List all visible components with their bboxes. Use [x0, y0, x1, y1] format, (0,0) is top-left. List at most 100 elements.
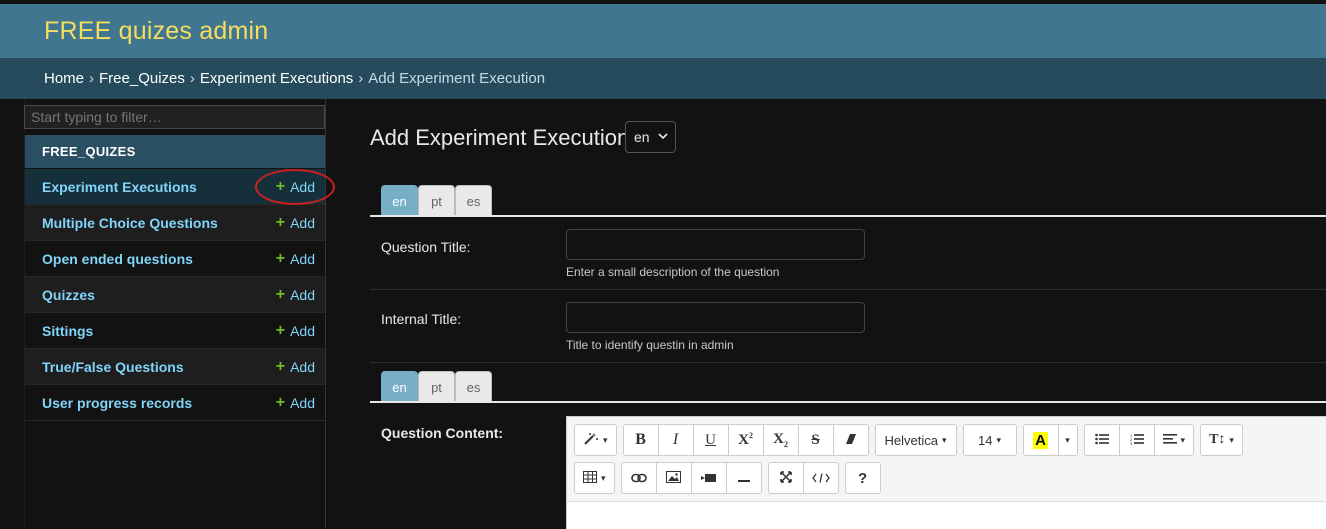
sidebar-filter-input[interactable] [24, 105, 325, 129]
plus-icon: + [275, 213, 286, 231]
strikethrough-button[interactable]: S [797, 424, 834, 456]
magic-style-button[interactable]: ▾ [574, 424, 617, 456]
breadcrumb-home[interactable]: Home [44, 70, 84, 87]
add-label: Add [290, 286, 315, 303]
caret-down-icon: ▾ [1065, 434, 1070, 445]
sidebar-item-true-false-questions: True/False Questions + Add [25, 349, 325, 385]
font-family-dropdown[interactable]: Helvetica ▾ [874, 424, 957, 456]
font-style-group: B I U X2 X2 S [622, 424, 869, 456]
sidebar-item-label[interactable]: Multiple Choice Questions [42, 215, 218, 231]
language-tabs-title: en pt es [381, 185, 492, 217]
add-label: Add [290, 358, 315, 375]
bold-button[interactable]: B [622, 424, 659, 456]
horizontal-rule-button[interactable] [725, 462, 762, 494]
breadcrumb-separator: › [89, 70, 95, 87]
video-button[interactable] [690, 462, 727, 494]
sidebar-item-label[interactable]: True/False Questions [42, 359, 184, 375]
paragraph-group: 123 ▾ [1083, 424, 1195, 456]
sidebar-add-link[interactable]: + Add [276, 286, 315, 304]
help-button[interactable]: ? [844, 462, 881, 494]
italic-button[interactable]: I [657, 424, 694, 456]
expand-icon [779, 470, 792, 486]
italic-icon: I [672, 431, 679, 448]
page-body: FREE_QUIZES Experiment Executions +Add M… [0, 99, 1326, 529]
superscript-button[interactable]: X2 [727, 424, 764, 456]
code-view-button[interactable] [802, 462, 839, 494]
underline-button[interactable]: U [692, 424, 729, 456]
align-left-icon [1162, 432, 1177, 448]
tab-es[interactable]: es [455, 371, 492, 403]
highlight-color-button[interactable]: A [1022, 424, 1059, 456]
sidebar-item-quizzes: Quizzes + Add [25, 277, 325, 313]
caret-down-icon: ▾ [996, 434, 1002, 445]
tab-es[interactable]: es [455, 185, 492, 217]
subscript-button[interactable]: X2 [762, 424, 799, 456]
sidebar-item-label[interactable]: Sittings [42, 323, 93, 339]
sidebar-add-link[interactable]: + Add [276, 322, 315, 340]
annotation-circle [255, 169, 335, 205]
table-icon [583, 470, 597, 486]
breadcrumb-model[interactable]: Experiment Executions [200, 70, 353, 87]
sidebar-item-label[interactable]: Quizzes [42, 287, 95, 303]
align-dropdown-button[interactable]: ▾ [1153, 424, 1195, 456]
site-title[interactable]: FREE quizes admin [44, 17, 268, 46]
tab-divider [370, 215, 1326, 217]
sidebar-item-label[interactable]: User progress records [42, 395, 192, 411]
site-header: FREE quizes admin [0, 4, 1326, 58]
chevron-down-icon [658, 131, 668, 143]
question-title-input[interactable] [566, 229, 865, 260]
sidebar-add-link[interactable]: + Add [276, 250, 315, 268]
table-button[interactable]: ▾ [574, 462, 615, 494]
font-size-dropdown[interactable]: 14 ▾ [962, 424, 1017, 456]
tab-pt[interactable]: pt [418, 185, 455, 217]
subscript-icon: X2 [773, 431, 788, 449]
highlight-icon: A [1033, 431, 1048, 449]
sidebar-add-link[interactable]: + Add [276, 358, 315, 376]
add-label: Add [290, 250, 315, 267]
row-divider [370, 362, 1326, 363]
sidebar-item-label[interactable]: Open ended questions [42, 251, 193, 267]
tab-en[interactable]: en [381, 371, 418, 403]
unordered-list-button[interactable] [1083, 424, 1120, 456]
language-select[interactable]: en [625, 121, 676, 153]
page-title: Add Experiment Execution [370, 125, 630, 150]
breadcrumb-app[interactable]: Free_Quizes [99, 70, 185, 87]
font-size-group: 14 ▾ [962, 424, 1017, 456]
language-select-value: en [634, 129, 650, 145]
internal-title-input[interactable] [566, 302, 865, 333]
tab-pt[interactable]: pt [418, 371, 455, 403]
internal-title-label: Internal Title: [381, 311, 462, 327]
sidebar-app-caption[interactable]: FREE_QUIZES [25, 135, 325, 168]
sidebar-add-link[interactable]: + Add [276, 214, 315, 232]
tab-en[interactable]: en [381, 185, 418, 217]
fullscreen-button[interactable] [767, 462, 804, 494]
plus-icon: + [275, 249, 286, 267]
color-dropdown-button[interactable]: ▾ [1057, 424, 1078, 456]
clear-format-button[interactable] [832, 424, 869, 456]
sidebar-item-label[interactable]: Experiment Executions [42, 179, 197, 195]
strikethrough-icon: S [811, 431, 820, 448]
caret-down-icon: ▾ [601, 472, 606, 483]
insert-group [620, 462, 762, 494]
image-button[interactable] [655, 462, 692, 494]
font-family-value: Helvetica [884, 432, 938, 448]
add-label: Add [290, 322, 315, 339]
color-group: A ▾ [1022, 424, 1078, 456]
sidebar-add-link[interactable]: + Add [276, 394, 315, 412]
internal-title-help: Title to identify questin in admin [566, 338, 734, 352]
line-height-button[interactable]: T↕ ▾ [1200, 424, 1243, 456]
question-icon: ? [857, 469, 868, 487]
caret-down-icon: ▾ [942, 434, 947, 445]
font-size-value: 14 [978, 432, 993, 448]
ordered-list-button[interactable]: 123 [1118, 424, 1155, 456]
image-icon [666, 470, 682, 486]
style-group: ▾ [574, 424, 617, 456]
minus-icon [737, 470, 750, 486]
superscript-icon: X2 [738, 431, 753, 448]
link-button[interactable] [620, 462, 657, 494]
font-family-group: Helvetica ▾ [874, 424, 957, 456]
language-tabs-content: en pt es [381, 371, 492, 403]
editor-content-area[interactable] [567, 501, 1326, 529]
view-group [767, 462, 839, 494]
sidebar-item-open-ended-questions: Open ended questions + Add [25, 241, 325, 277]
